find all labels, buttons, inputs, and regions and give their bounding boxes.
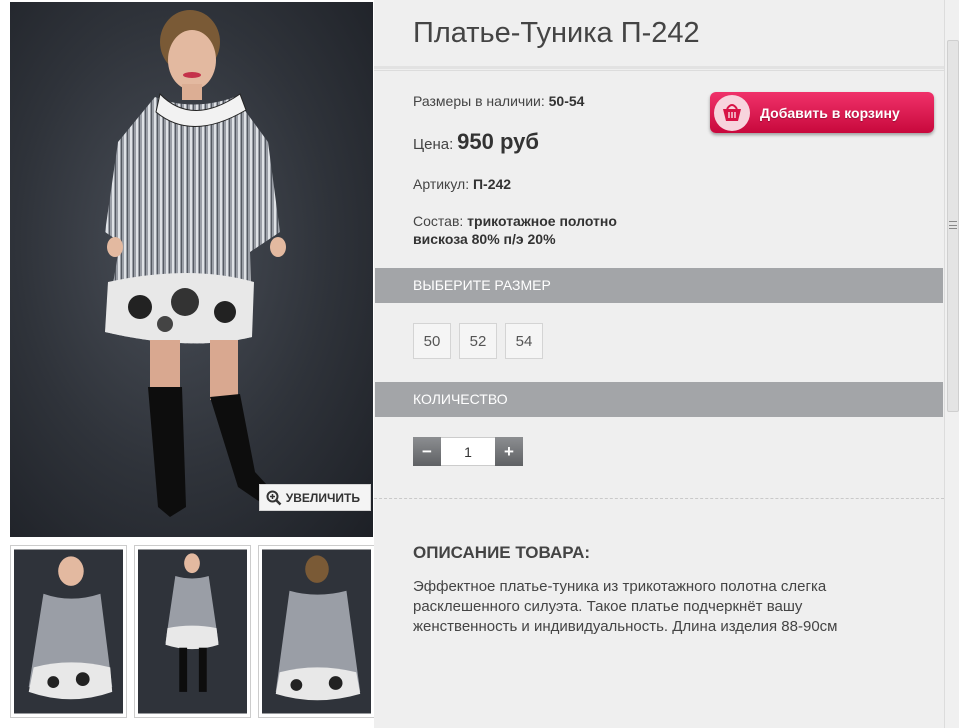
size-options: 50 52 54 — [413, 323, 543, 359]
article-label: Артикул: — [413, 176, 470, 192]
add-to-cart-label: Добавить в корзину — [760, 104, 900, 121]
description-text: Эффектное платье-туника из трикотажного … — [413, 578, 838, 635]
price-value: 950 руб — [457, 129, 539, 154]
zoom-label: УВЕЛИЧИТЬ — [285, 490, 360, 505]
dashed-divider — [374, 498, 944, 499]
page-scrollbar[interactable] — [944, 0, 959, 728]
composition-line1: трикотажное полотно — [467, 213, 617, 229]
quantity-decrease-button[interactable]: − — [413, 437, 441, 466]
divider — [374, 70, 944, 71]
thumbnail-strip — [10, 545, 375, 720]
product-title: Платье-Туника П-242 — [413, 17, 700, 49]
composition-label: Состав: — [413, 213, 464, 229]
add-to-cart-button[interactable]: Добавить в корзину — [710, 92, 934, 133]
magnifier-plus-icon — [266, 490, 282, 505]
thumbnail-front-image — [14, 549, 123, 714]
product-page: УВЕЛИЧИТЬ Платье-Туника П-242 Размеры в … — [0, 0, 959, 728]
sizes-label: Размеры в наличии: — [413, 93, 545, 109]
size-option-54[interactable]: 54 — [505, 323, 543, 359]
thumbnail-3[interactable] — [258, 545, 375, 718]
product-info-panel: Платье-Туника П-242 Размеры в наличии: 5… — [374, 0, 944, 728]
size-select-header: ВЫБЕРИТЕ РАЗМЕР — [375, 268, 943, 303]
price: Цена: 950 руб — [413, 129, 539, 155]
thumbnail-back-image — [262, 549, 371, 714]
price-label: Цена: — [413, 136, 454, 153]
article: Артикул: П-242 — [413, 176, 511, 192]
quantity-input[interactable] — [441, 437, 495, 466]
quantity-increase-button[interactable]: + — [495, 437, 523, 466]
sizes-value: 50-54 — [548, 93, 585, 109]
scrollbar-thumb[interactable] — [947, 40, 959, 412]
composition: Состав: трикотажное полотно вискоза 80% … — [413, 212, 617, 248]
thumbnail-2[interactable] — [134, 545, 251, 718]
composition-line2: вискоза 80% п/э 20% — [413, 231, 556, 247]
description-title: ОПИСАНИЕ ТОВАРА: — [413, 543, 591, 562]
thumbnail-1[interactable] — [10, 545, 127, 718]
sizes-available: Размеры в наличии: 50-54 — [413, 93, 584, 109]
scroll-grip-icon — [949, 221, 957, 229]
main-product-photo[interactable]: УВЕЛИЧИТЬ — [10, 2, 373, 537]
zoom-button[interactable]: УВЕЛИЧИТЬ — [258, 484, 371, 511]
thumbnail-full-length-image — [138, 549, 247, 714]
title-bar: Платье-Туника П-242 — [374, 0, 944, 69]
basket-icon — [714, 94, 750, 131]
size-option-50[interactable]: 50 — [413, 323, 451, 359]
size-option-52[interactable]: 52 — [459, 323, 497, 359]
quantity-stepper: − + — [413, 437, 523, 466]
quantity-header: КОЛИЧЕСТВО — [375, 382, 943, 417]
article-value: П-242 — [472, 176, 512, 192]
model-photo-illustration — [105, 10, 286, 517]
